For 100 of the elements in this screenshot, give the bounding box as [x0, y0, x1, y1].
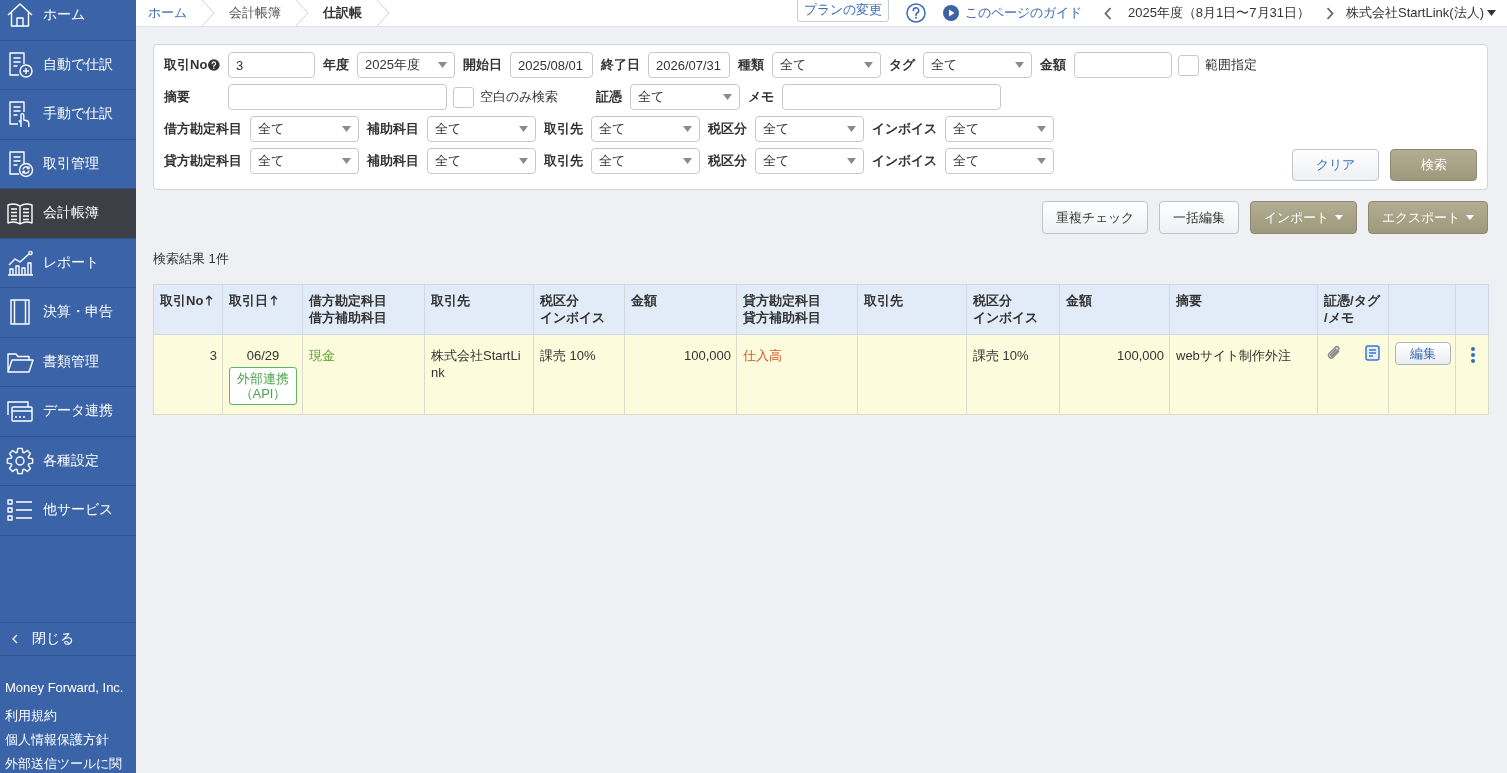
field-label: インボイス [872, 120, 937, 138]
checkbox-label: 範囲指定 [1205, 56, 1257, 74]
chevron-right-icon [200, 0, 216, 26]
breadcrumb-link[interactable]: ホーム [148, 4, 200, 22]
field-label: 取引先 [544, 120, 583, 138]
fiscal-period: 2025年度（8月1日〜7月31日） [1127, 4, 1311, 22]
dropdown[interactable]: 全て [945, 116, 1054, 142]
text-field[interactable] [782, 84, 1001, 110]
dropdown[interactable]: 2025年度 [357, 52, 455, 78]
dropdown[interactable]: 全て [250, 148, 359, 174]
plan-change-button[interactable]: プランの変更 [796, 0, 889, 22]
field-label: 取引No [164, 56, 208, 74]
caret-icon [847, 158, 856, 164]
column-label: インボイス [540, 309, 605, 326]
memo-icon[interactable] [1365, 345, 1380, 361]
duplicate-check-button[interactable]: 重複チェック [1042, 201, 1148, 234]
chevron-left-icon [12, 634, 18, 644]
help-icon[interactable] [208, 59, 220, 71]
text-field[interactable]: 2025/08/01 [510, 52, 593, 78]
footer-link[interactable]: 外部送信ツールに関 [5, 755, 122, 772]
caret-icon [342, 158, 351, 164]
breadcrumb-link[interactable]: 会計帳簿 [216, 4, 294, 22]
guide-link[interactable]: このページのガイド [942, 4, 1082, 22]
dropdown[interactable]: 全て [755, 116, 864, 142]
dropdown[interactable]: 全て [755, 148, 864, 174]
dropdown[interactable]: 全て [427, 116, 536, 142]
field-label: 摘要 [164, 88, 190, 106]
office-menu-button[interactable]: 株式会社StartLink(法人) [1346, 4, 1496, 22]
column-label: 取引日 [229, 292, 268, 309]
dropdown[interactable]: 全て [591, 148, 700, 174]
table-row[interactable]: 3 06/29 外部連携（API） 現金 株式会社StartLink 課売 10% 100,000 仕入高 課売 10% 100,000 webサイト制作外注 編集 [153, 334, 1489, 415]
text-field[interactable] [1074, 52, 1172, 78]
column-label: 取引先 [864, 292, 903, 309]
caret-icon [1487, 10, 1496, 16]
field-label: 開始日 [463, 56, 502, 74]
dropdown[interactable]: 全て [923, 52, 1032, 78]
dropdown[interactable]: 全て [772, 52, 881, 78]
text-field[interactable]: 2026/07/31 [648, 52, 730, 78]
tax-category: 課売 10% [540, 348, 596, 363]
field-label: 税区分 [708, 120, 747, 138]
caret-icon [1037, 126, 1046, 132]
chevron-right-icon [375, 0, 391, 26]
footer-link[interactable]: 利用規約 [5, 707, 57, 724]
breadcrumb-current: 仕訳帳 [321, 4, 363, 22]
clear-button[interactable]: クリア [1292, 149, 1379, 181]
caret-icon [723, 94, 732, 100]
paperclip-icon[interactable] [1327, 345, 1341, 361]
arrow-up-icon[interactable] [270, 295, 278, 306]
caret-icon [683, 158, 692, 164]
account-name: 仕入高 [743, 348, 782, 363]
entry-date: 06/29 [245, 347, 281, 364]
arrow-up-icon[interactable] [205, 295, 214, 306]
checkbox-label: 空白のみ検索 [480, 88, 558, 106]
column-label: 取引先 [431, 292, 470, 309]
caret-icon [1015, 62, 1024, 68]
field-label: タグ [889, 56, 915, 74]
dropdown[interactable]: 全て [427, 148, 536, 174]
column-label: 金額 [631, 292, 657, 309]
amount: 100,000 [1117, 348, 1164, 363]
caret-icon [342, 126, 351, 132]
column-label: 借方補助科目 [309, 309, 387, 326]
chevron-right-icon[interactable] [1326, 6, 1335, 20]
account-name: 現金 [309, 348, 335, 363]
dropdown[interactable]: 全て [591, 116, 700, 142]
result-count: 検索結果 1件 [153, 251, 229, 267]
footer-link[interactable]: 個人情報保護方針 [5, 731, 109, 748]
checkbox[interactable] [1178, 54, 1199, 76]
column-label: 税区分 [973, 292, 1012, 309]
amount: 100,000 [684, 348, 731, 363]
column-label: 摘要 [1176, 292, 1202, 309]
caret-icon [683, 126, 692, 132]
caret-icon [1037, 158, 1046, 164]
kebab-menu-icon[interactable] [1470, 347, 1475, 363]
field-label: メモ [748, 88, 774, 106]
text-field[interactable]: 3 [228, 52, 315, 78]
dropdown[interactable]: 全て [630, 84, 740, 110]
bulk-edit-button[interactable]: 一括編集 [1159, 201, 1239, 234]
field-label: 種類 [738, 56, 764, 74]
column-label: インボイス [973, 309, 1038, 326]
field-label: 取引先 [544, 152, 583, 170]
edit-button[interactable]: 編集 [1395, 342, 1451, 365]
field-label: 借方勘定科目 [164, 120, 242, 138]
field-label: 税区分 [708, 152, 747, 170]
field-label: 終了日 [601, 56, 640, 74]
checkbox[interactable] [453, 86, 474, 108]
column-label: 証憑/タグ [1324, 292, 1380, 309]
chevron-right-icon [294, 0, 310, 26]
field-label: 貸方勘定科目 [164, 152, 242, 170]
play-icon [942, 5, 959, 21]
column-label: 借方勘定科目 [309, 292, 387, 309]
column-label: 貸方勘定科目 [743, 292, 821, 309]
sidebar-item[interactable]: 会計帳簿 [0, 189, 136, 239]
chevron-left-icon[interactable] [1103, 6, 1112, 20]
column-label: /メモ [1324, 309, 1354, 326]
tax-category: 課売 10% [973, 348, 1029, 363]
dropdown[interactable]: 全て [945, 148, 1054, 174]
dropdown[interactable]: 全て [250, 116, 359, 142]
text-field[interactable] [228, 84, 447, 110]
column-label: 金額 [1066, 292, 1092, 309]
field-label: 年度 [323, 56, 349, 74]
